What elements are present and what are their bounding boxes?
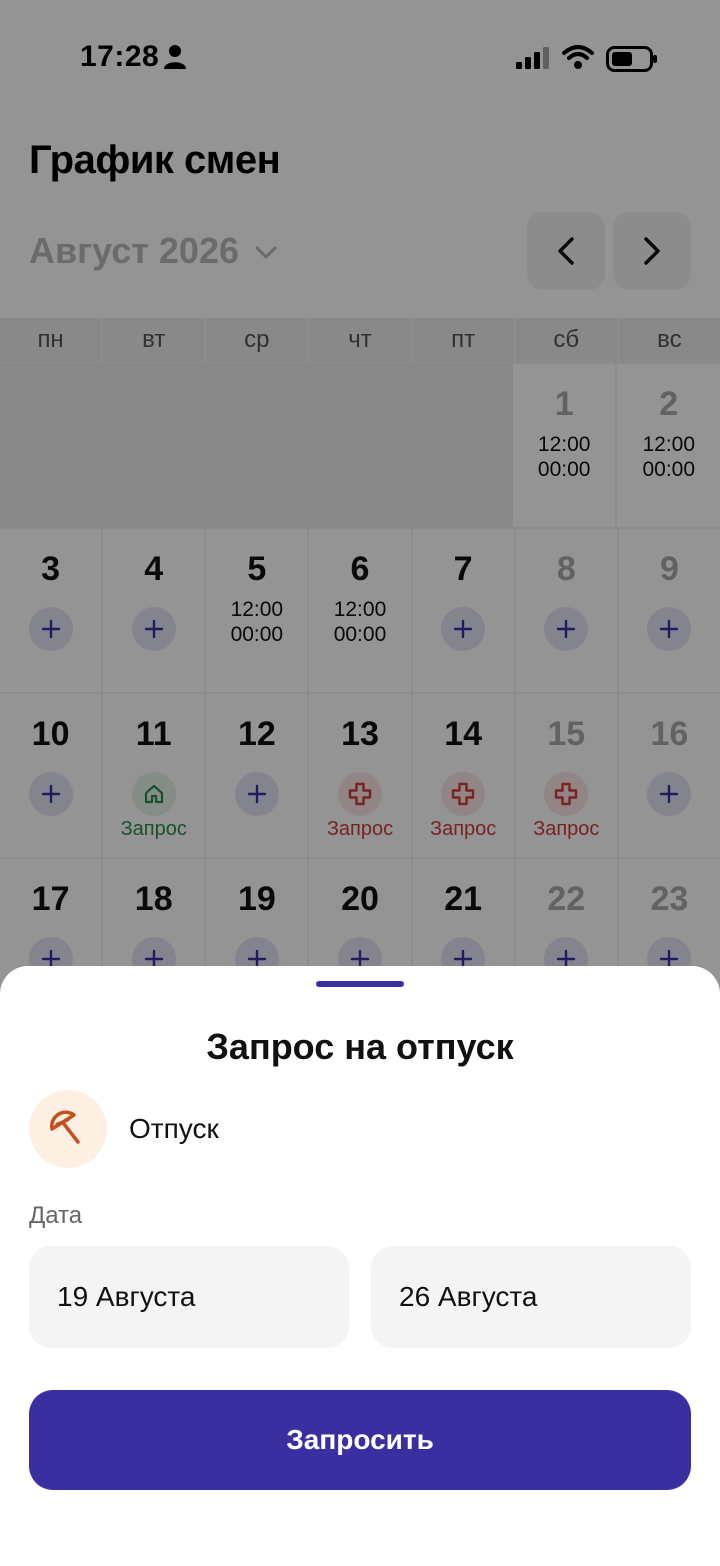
request-type-row: Отпуск xyxy=(29,1090,219,1168)
date-label: Дата xyxy=(29,1202,83,1229)
sheet-drag-handle[interactable] xyxy=(316,981,404,987)
sheet-title: Запрос на отпуск xyxy=(206,1026,514,1067)
date-to-field[interactable]: 26 Августа xyxy=(371,1246,691,1348)
date-from-field[interactable]: 19 Августа xyxy=(29,1246,349,1348)
umbrella-icon xyxy=(29,1090,107,1168)
request-type-label: Отпуск xyxy=(129,1113,219,1144)
vacation-request-sheet: Запрос на отпуск Отпуск Дата 19 Августа … xyxy=(0,966,720,1566)
submit-request-button[interactable]: Запросить xyxy=(29,1390,691,1490)
